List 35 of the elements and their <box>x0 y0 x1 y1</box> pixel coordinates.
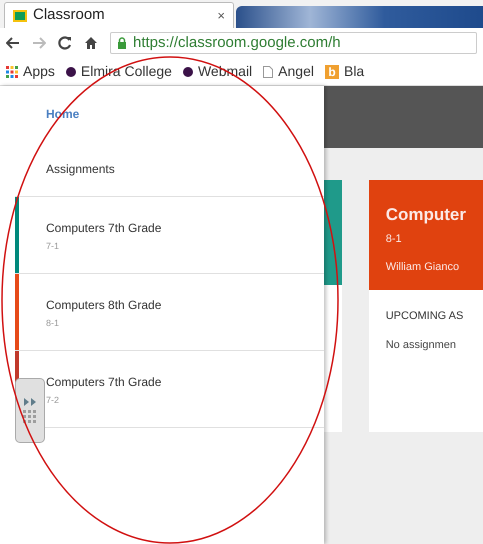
browser-tab[interactable] <box>236 6 483 28</box>
upcoming-heading: UPCOMING AS <box>386 309 464 324</box>
class-section: 7-2 <box>46 394 162 408</box>
close-icon[interactable]: × <box>217 6 225 26</box>
class-name: Computers 7th Grade <box>46 220 162 237</box>
class-item[interactable]: Computers 8th Grade 8-1 <box>15 274 324 351</box>
home-icon[interactable] <box>84 36 98 50</box>
reload-icon[interactable] <box>58 36 72 50</box>
apps-grid-icon <box>6 66 18 78</box>
class-section: 8-1 <box>386 230 466 247</box>
class-item[interactable]: Computers 7th Grade 7-1 <box>15 197 324 274</box>
circle-icon <box>66 66 76 76</box>
letter-icon: b <box>324 64 339 78</box>
lock-icon <box>117 37 127 49</box>
grid-icon <box>23 410 37 424</box>
upcoming-text: No assignmen <box>386 338 458 352</box>
class-section: 8-1 <box>46 317 162 330</box>
class-name: Computers 8th Grade <box>46 297 162 314</box>
bookmark[interactable]: b Bla <box>324 61 364 82</box>
side-widget[interactable] <box>15 378 45 443</box>
address-field[interactable]: https://classroom.google.com/h <box>110 32 477 54</box>
bookmark[interactable]: Apps <box>6 61 55 82</box>
bookmark[interactable]: Angel <box>263 61 314 82</box>
class-section: 7-1 <box>46 240 162 254</box>
double-arrow-icon <box>23 398 37 406</box>
page-icon <box>263 66 274 78</box>
back-icon[interactable] <box>6 37 20 49</box>
teacher-name: William Gianco <box>386 260 460 275</box>
url-text: https://classroom.google.com/h <box>133 32 341 53</box>
class-title[interactable]: Computer <box>386 202 466 228</box>
classroom-favicon-icon <box>13 10 27 22</box>
circle-icon <box>182 66 193 76</box>
class-name: Computers 7th Grade <box>46 374 162 391</box>
browser-tab[interactable]: Classroom × <box>4 2 234 28</box>
nav-item[interactable]: Assignments <box>15 141 324 196</box>
